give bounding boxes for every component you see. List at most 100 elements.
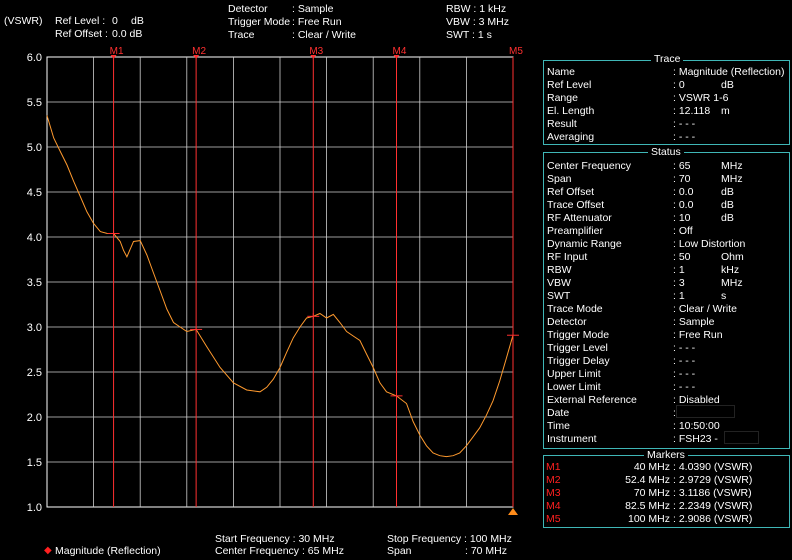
panel-row-value: : Clear / Write xyxy=(673,303,737,315)
marker-row-value: : 2.2349 (VSWR) xyxy=(673,500,753,512)
panel-row-value: : Magnitude (Reflection) xyxy=(673,66,785,78)
instrument-redaction xyxy=(724,431,759,444)
marker-row-frequency: 40 MHz xyxy=(633,461,670,473)
panel-row-label: Range xyxy=(547,92,578,104)
markers-panel-title: Markers xyxy=(644,449,688,461)
panel-row-label: Dynamic Range xyxy=(547,238,622,250)
panel-row-label: Instrument xyxy=(547,433,597,445)
panel-row-label: Trace Offset xyxy=(547,199,605,211)
y-tick-label: 1.0 xyxy=(27,502,42,514)
y-tick-label: 2.5 xyxy=(27,367,42,379)
y-tick-label: 6.0 xyxy=(27,52,42,64)
panel-row-unit: s xyxy=(721,290,727,302)
panel-row-value: : 70 xyxy=(673,173,691,185)
span-value: : 70 MHz xyxy=(465,545,508,557)
panel-row-value: : - - - xyxy=(673,342,696,354)
panel-row-label: Result xyxy=(547,118,577,130)
sweep-end-icon xyxy=(508,508,518,515)
trace-panel-title: Trace xyxy=(651,53,684,65)
panel-row-label: Trigger Level xyxy=(547,342,608,354)
y-tick-label: 3.0 xyxy=(27,322,42,334)
marker-row-label: M5 xyxy=(546,513,561,525)
marker-row-frequency: 100 MHz xyxy=(627,513,670,525)
panel-row-unit: MHz xyxy=(721,277,743,289)
panel-row-value: : Free Run xyxy=(673,329,723,341)
panel-row-value: : 3 xyxy=(673,277,685,289)
panel-row-value: : - - - xyxy=(673,131,696,143)
y-tick-label: 5.0 xyxy=(27,142,42,154)
marker-row-value: : 4.0390 (VSWR) xyxy=(673,461,753,473)
panel-row-unit: m xyxy=(721,105,730,117)
panel-row-value: : Low Distortion xyxy=(673,238,746,250)
panel-row-value: : 65 xyxy=(673,160,691,172)
panel-row-value: : - - - xyxy=(673,355,696,367)
y-tick-label: 2.0 xyxy=(27,412,42,424)
panel-row-unit: MHz xyxy=(721,160,743,172)
panel-row-label: Averaging xyxy=(547,131,595,143)
panel-row-unit: dB xyxy=(721,79,734,91)
panel-row-value: : Sample xyxy=(673,316,715,328)
marker-row-label: M4 xyxy=(546,500,561,512)
panel-row-unit: kHz xyxy=(721,264,740,276)
panel-row-label: SWT xyxy=(547,290,571,302)
panel-row-value: : 12.118 xyxy=(673,105,711,117)
legend-marker-icon: ◆ xyxy=(44,545,52,556)
panel-row-value: : 1 xyxy=(673,264,685,276)
panel-row-value: : - - - xyxy=(673,381,696,393)
marker-label: M5 xyxy=(509,46,523,57)
panel-row-value: : 0.0 xyxy=(673,199,694,211)
panel-row-value: : - - - xyxy=(673,118,696,130)
panel-row-label: Lower Limit xyxy=(547,381,601,393)
marker-row-frequency: 70 MHz xyxy=(633,487,670,499)
marker-row-label: M2 xyxy=(546,474,561,486)
panel-row-label: RBW xyxy=(547,264,572,276)
panel-row-label: Upper Limit xyxy=(547,368,601,380)
marker-row-label: M1 xyxy=(546,461,561,473)
span-label: Span xyxy=(387,545,412,557)
panel-row-label: RF Input xyxy=(547,251,588,263)
panel-row-label: Name xyxy=(547,66,576,78)
marker-row-frequency: 82.5 MHz xyxy=(625,500,670,512)
panel-row-label: Span xyxy=(547,173,572,185)
panel-row-value: : 10:50:00 xyxy=(673,420,720,432)
date-redaction xyxy=(676,405,735,418)
panel-row-label: Detector xyxy=(547,316,587,328)
y-tick-label: 1.5 xyxy=(27,457,42,469)
panel-row-unit: dB xyxy=(721,186,734,198)
marker-row-value: : 3.1186 (VSWR) xyxy=(673,487,752,499)
panel-row-value: : 1 xyxy=(673,290,685,302)
panel-row-value: : VSWR 1-6 xyxy=(673,92,729,104)
marker-row-value: : 2.9086 (VSWR) xyxy=(673,513,753,525)
y-tick-label: 5.5 xyxy=(27,97,42,109)
panel-row-label: Center Frequency xyxy=(547,160,632,172)
stop-frequency: Stop Frequency : 100 MHz xyxy=(387,533,512,545)
panel-row-unit: MHz xyxy=(721,173,743,185)
panel-row-unit: Ohm xyxy=(721,251,744,263)
panel-row-value: : - - - xyxy=(673,368,696,380)
panel-row-unit: dB xyxy=(721,199,734,211)
panel-row-value: : 0.0 xyxy=(673,186,694,198)
panel-row-value: : Off xyxy=(673,225,693,237)
panel-row-label: Trace Mode xyxy=(547,303,603,315)
legend-label: Magnitude (Reflection) xyxy=(55,545,161,557)
panel-row-label: El. Length xyxy=(547,105,595,117)
panel-row-value: : FSH23 - xyxy=(673,433,718,445)
panel-row-label: Trigger Delay xyxy=(547,355,610,367)
panel-row-label: Preamplifier xyxy=(547,225,604,237)
panel-row-label: Ref Offset xyxy=(547,186,595,198)
center-frequency: Center Frequency : 65 MHz xyxy=(215,545,344,557)
panel-row-value: : 10 xyxy=(673,212,691,224)
y-tick-label: 4.0 xyxy=(27,232,42,244)
start-frequency: Start Frequency : 30 MHz xyxy=(215,533,335,545)
panel-row-label: Time xyxy=(547,420,570,432)
panel-row-label: Ref Level xyxy=(547,79,592,91)
marker-row-label: M3 xyxy=(546,487,561,499)
vswr-plot[interactable]: 6.05.55.04.54.03.53.02.52.01.51.0M1 M2 M3 M… xyxy=(0,0,540,530)
panel-row-label: VBW xyxy=(547,277,571,289)
y-tick-label: 4.5 xyxy=(27,187,42,199)
panel-row-value: : 0 xyxy=(673,79,685,91)
panel-row-label: Date xyxy=(547,407,570,419)
panel-row-label: Trigger Mode xyxy=(547,329,610,341)
y-tick-label: 3.5 xyxy=(27,277,42,289)
status-panel-title: Status xyxy=(648,146,684,158)
